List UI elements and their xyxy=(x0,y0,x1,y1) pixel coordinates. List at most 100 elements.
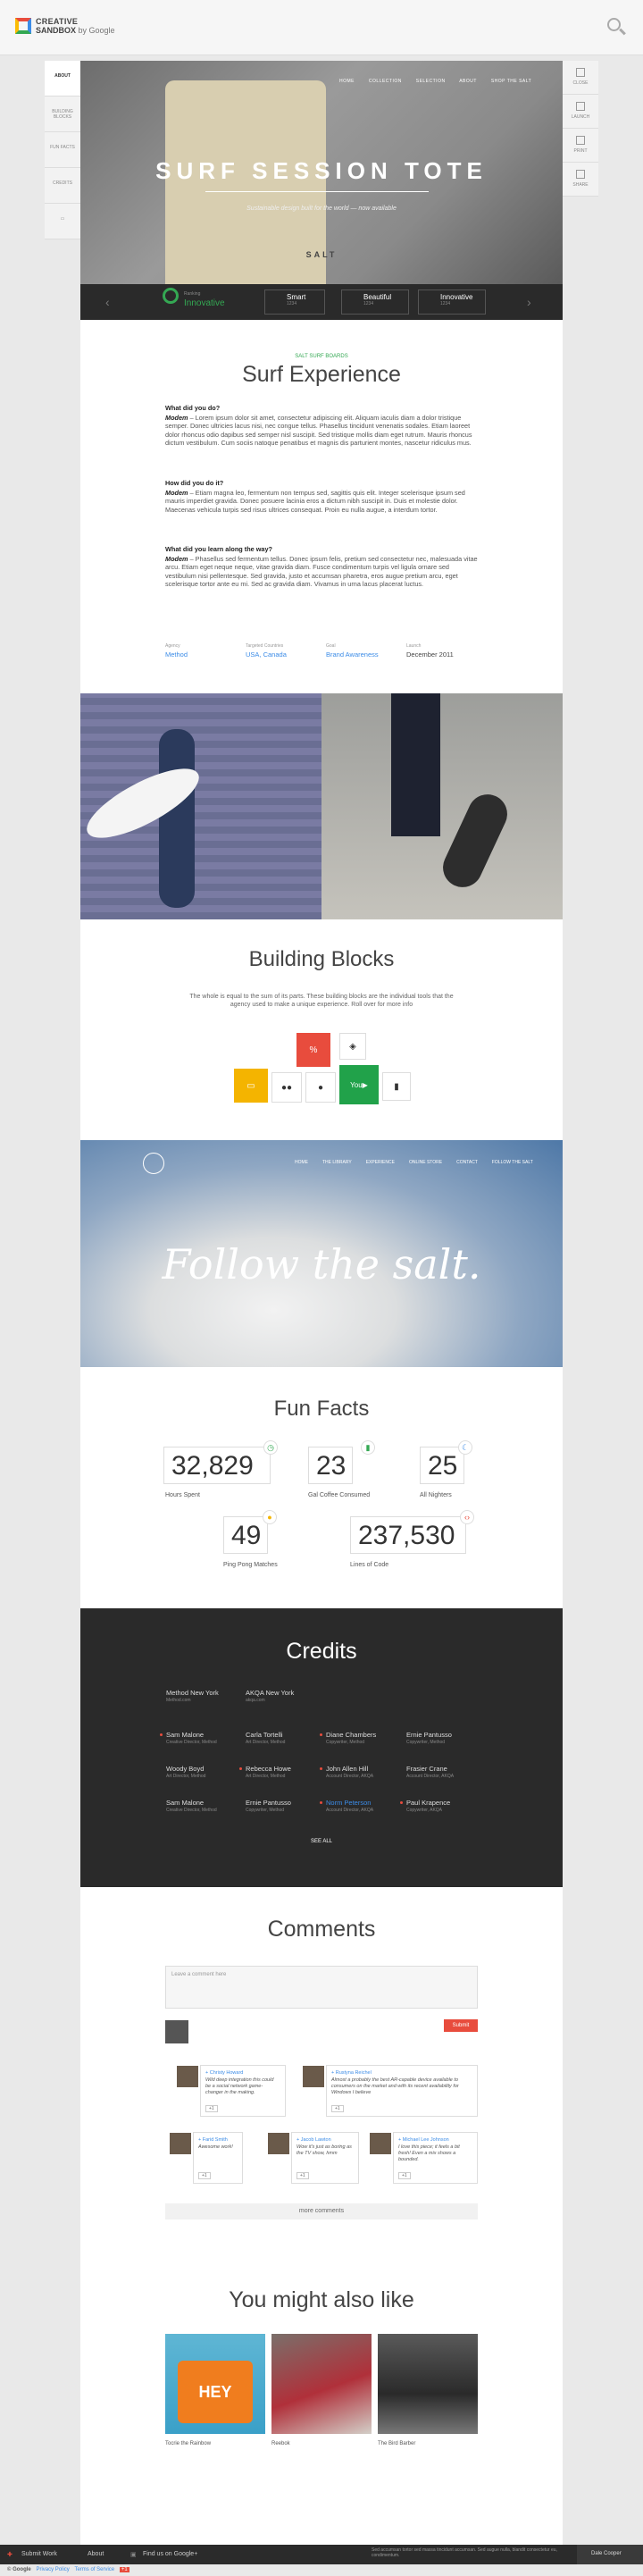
plus-one-button[interactable]: +1 xyxy=(198,2172,211,2179)
chat-block-icon[interactable]: ▭ xyxy=(234,1069,268,1103)
agency-credit: AKQA New York akqa.com xyxy=(246,1689,295,1703)
share-button[interactable]: SHARE xyxy=(563,163,598,197)
related-label[interactable]: The Bird Barber xyxy=(378,2441,415,2446)
credit-person[interactable]: Carla Tortelli Art Director, Method xyxy=(246,1731,285,1745)
section-question: What did you do? xyxy=(165,404,221,412)
ping-pong-icon: ● xyxy=(263,1510,277,1524)
user-profile[interactable]: Dale Cooper xyxy=(577,2545,643,2564)
ranking-value: Innovative xyxy=(184,298,225,308)
ranking-label: Ranking xyxy=(184,291,201,297)
skateboard-photo xyxy=(322,693,563,919)
nav-about[interactable]: ABOUT xyxy=(45,61,80,96)
credit-person[interactable]: Frasier Crane Account Director, AKQA xyxy=(406,1765,454,1779)
credit-person[interactable]: Woody Boyd Art Director, Method xyxy=(166,1765,205,1779)
footer-bar: ✚ Submit Work About ▣ Find us on Google+… xyxy=(0,2545,643,2564)
terms-link[interactable]: Terms of Service xyxy=(74,2567,114,2572)
campaign-script-text: Follow the salt. xyxy=(162,1240,481,1288)
mouse-block-icon[interactable]: ▮ xyxy=(382,1072,411,1101)
comments-nav-icon[interactable]: ▭ xyxy=(45,204,80,239)
prev-arrow-icon[interactable]: ‹ xyxy=(105,295,110,309)
surfer-photo xyxy=(78,693,322,919)
related-label[interactable]: Reebok xyxy=(271,2441,290,2446)
comment-card: + Rustyna Reichel Almost a probably the … xyxy=(303,2065,478,2117)
plus-one-button[interactable]: +1 xyxy=(296,2172,309,2179)
meta-goal: Goal Brand Awareness xyxy=(326,643,379,659)
percent-block-icon[interactable]: % xyxy=(296,1033,330,1067)
hero-menu-item[interactable]: COLLECTION xyxy=(369,79,402,84)
close-button[interactable]: CLOSE xyxy=(563,61,598,95)
related-label[interactable]: Tocrie the Rainbow xyxy=(165,2441,211,2446)
credit-person[interactable]: Ernie Pantusso Copywriter, Method xyxy=(246,1799,291,1813)
hero-menu-item[interactable]: SELECTION xyxy=(416,79,446,84)
plus-one-button[interactable]: +1 xyxy=(205,2105,218,2112)
credit-person[interactable]: Rebecca Howe Art Director, Method xyxy=(239,1765,291,1779)
see-all-credits-button[interactable]: SEE ALL xyxy=(80,1839,563,1844)
comment-card: + Michael Lee Johnson I love this piece;… xyxy=(370,2132,478,2184)
avatar xyxy=(303,2066,324,2087)
creative-sandbox-logo-icon[interactable] xyxy=(15,18,31,34)
hero-title: SURF SESSION TOTE xyxy=(155,157,488,184)
credit-person[interactable]: Paul Krapence Copywriter, AKQA xyxy=(399,1799,450,1813)
legal-bar: © Google Privacy Policy Terms of Service… xyxy=(7,2567,129,2572)
credit-person[interactable]: Sam Malone Creative Director, Method xyxy=(160,1731,217,1745)
privacy-link[interactable]: Privacy Policy xyxy=(36,2567,69,2572)
meta-countries: Targeted Countries USA, Canada xyxy=(246,643,287,659)
nav-credits[interactable]: CREDITS xyxy=(45,168,80,204)
stat-label: Ping Pong Matches xyxy=(223,1562,278,1568)
hero-menu-item[interactable]: SHOP THE SALT xyxy=(491,79,531,84)
clock-icon: ◷ xyxy=(263,1440,278,1455)
campaign-site-menu: HOME THE LIBRARY EXPERIENCE ONLINE STORE CON… xyxy=(295,1160,533,1165)
google-plus-icon: ▣ xyxy=(130,2552,137,2558)
comment-input[interactable]: Leave a comment here xyxy=(165,1966,478,2009)
hero-menu-item[interactable]: ABOUT xyxy=(459,79,477,84)
people-block-icon[interactable]: ●● xyxy=(271,1072,302,1103)
youtube-block-icon[interactable]: You▶ xyxy=(339,1065,379,1104)
avatar xyxy=(165,2020,188,2043)
nav-building-blocks[interactable]: BUILDING BLOCKS xyxy=(45,96,80,132)
group-block-icon[interactable]: ● xyxy=(305,1072,336,1103)
find-us-link[interactable]: Find us on Google+ xyxy=(143,2551,197,2557)
stat-lines-of-code: 237,530 xyxy=(350,1516,466,1554)
submit-work-link[interactable]: Submit Work xyxy=(21,2551,57,2557)
credit-person[interactable]: Sam Malone Creative Director, Method xyxy=(166,1799,217,1813)
plus-one-button[interactable]: +1 xyxy=(119,2567,129,2572)
credit-person[interactable]: Norm Peterson Account Director, AKQA xyxy=(319,1799,373,1813)
hero-menu-item[interactable]: HOME xyxy=(339,79,355,84)
rate-beautiful-button[interactable]: Beautiful 1234 xyxy=(341,289,409,315)
hero-divider xyxy=(205,191,429,192)
avatar xyxy=(177,2066,198,2087)
comment-card: + Christy Howard Wild deep integration t… xyxy=(177,2065,286,2117)
diamond-block-icon[interactable]: ◈ xyxy=(339,1033,366,1060)
bag-logo-text: SALT xyxy=(305,250,338,259)
next-arrow-icon[interactable]: › xyxy=(527,295,531,309)
credit-person[interactable]: Ernie Pantusso Copywriter, Method xyxy=(406,1731,452,1745)
submit-icon: ✚ xyxy=(7,2552,13,2558)
building-blocks-title: Building Blocks xyxy=(248,947,395,971)
rate-smart-button[interactable]: Smart 1234 xyxy=(264,289,325,315)
related-item-bird-barber[interactable] xyxy=(378,2334,478,2434)
brand-name[interactable]: CREATIVE xyxy=(36,17,78,26)
print-button[interactable]: PRINT xyxy=(563,129,598,163)
stat-hours: 32,829 xyxy=(163,1447,271,1484)
share-icon xyxy=(576,170,585,179)
rate-innovative-button[interactable]: Innovative 1234 xyxy=(418,289,486,315)
avatar xyxy=(170,2133,191,2154)
related-item-rainbow[interactable]: HEY xyxy=(165,2334,265,2434)
stat-label: Gal Coffee Consumed xyxy=(308,1492,371,1498)
ranking-badge-icon xyxy=(163,288,179,304)
agency-credit: Method New York Method.com xyxy=(166,1689,219,1703)
more-comments-button[interactable]: more comments xyxy=(165,2203,478,2219)
brand-name-line2[interactable]: SANDBOX by Google xyxy=(36,26,115,35)
credit-person[interactable]: Diane Chambers Copywriter, Method xyxy=(319,1731,376,1745)
search-icon[interactable] xyxy=(605,16,629,39)
about-link[interactable]: About xyxy=(88,2551,104,2557)
related-item-reebok[interactable] xyxy=(271,2334,372,2434)
launch-button[interactable]: LAUNCH xyxy=(563,95,598,129)
plus-one-button[interactable]: +1 xyxy=(398,2172,411,2179)
submit-comment-button[interactable]: Submit xyxy=(444,2019,478,2032)
launch-icon xyxy=(576,102,585,111)
credits-title: Credits xyxy=(286,1639,357,1664)
nav-fun-facts[interactable]: FUN FACTS xyxy=(45,132,80,168)
plus-one-button[interactable]: +1 xyxy=(331,2105,344,2112)
credit-person[interactable]: John Allen Hill Account Director, AKQA xyxy=(319,1765,373,1779)
